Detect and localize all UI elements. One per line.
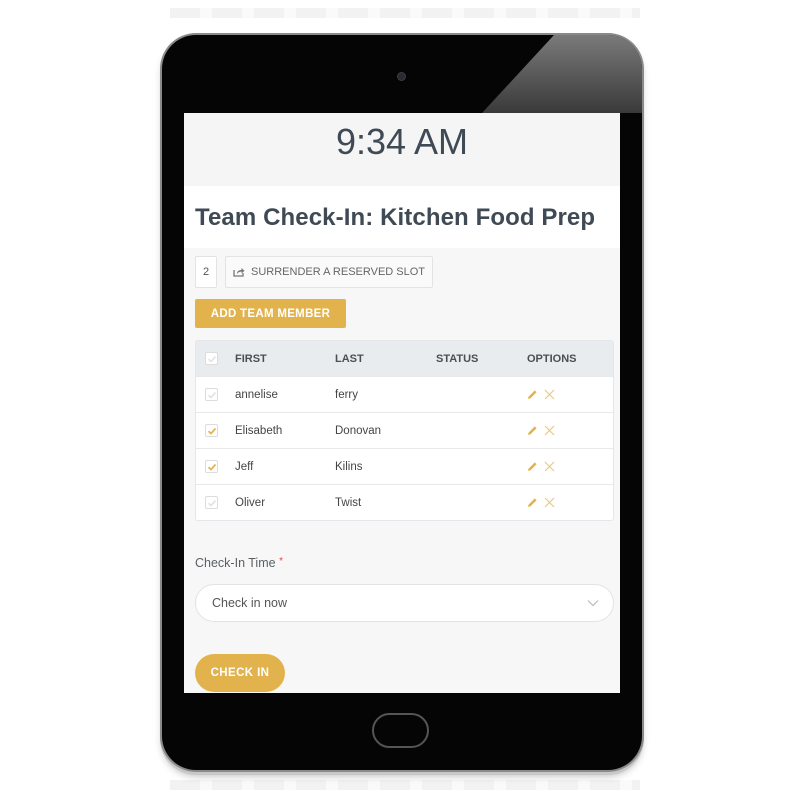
- cell-first-name: Jeff: [234, 448, 334, 484]
- device-reflection-top: [170, 8, 640, 18]
- add-team-member-button[interactable]: ADD TEAM MEMBER: [195, 299, 346, 328]
- chevron-down-icon: [587, 600, 599, 607]
- column-header-last[interactable]: LAST: [334, 341, 435, 376]
- cell-status: [435, 448, 526, 484]
- cell-status: [435, 484, 526, 520]
- table-row: Oliver Twist: [196, 484, 613, 520]
- table-row: annelise ferry: [196, 376, 613, 412]
- row-checkbox[interactable]: [205, 388, 218, 401]
- page-title: Team Check-In: Kitchen Food Prep: [184, 186, 620, 248]
- close-icon[interactable]: [544, 389, 555, 400]
- surrender-slot-button[interactable]: SURRENDER A RESERVED SLOT: [225, 256, 434, 288]
- cell-options: [526, 412, 613, 448]
- row-checkbox[interactable]: [205, 496, 218, 509]
- cell-first-name: Oliver: [234, 484, 334, 520]
- row-select-cell: [196, 412, 234, 448]
- pencil-icon[interactable]: [527, 461, 538, 472]
- check-icon: [207, 463, 216, 471]
- table-row: Jeff Kilins: [196, 448, 613, 484]
- table-header-row: FIRST LAST STATUS OPTIONS: [196, 341, 613, 376]
- column-header-status[interactable]: STATUS: [435, 341, 526, 376]
- cell-last-name: Donovan: [334, 412, 435, 448]
- close-icon[interactable]: [544, 425, 555, 436]
- close-icon[interactable]: [544, 497, 555, 508]
- pencil-icon[interactable]: [527, 389, 538, 400]
- cell-first-name: annelise: [234, 376, 334, 412]
- share-icon: [233, 268, 245, 277]
- cell-status: [435, 412, 526, 448]
- check-in-time-value: Check in now: [212, 596, 288, 610]
- slot-count-field[interactable]: 2: [195, 256, 217, 288]
- check-in-button[interactable]: CHECK IN: [195, 654, 285, 692]
- column-header-options: OPTIONS: [526, 341, 613, 376]
- table-row: Elisabeth Donovan: [196, 412, 613, 448]
- select-all-checkbox[interactable]: [205, 352, 218, 365]
- row-select-cell: [196, 448, 234, 484]
- cell-first-name: Elisabeth: [234, 412, 334, 448]
- app-screen: 9:34 AM Team Check-In: Kitchen Food Prep…: [184, 113, 620, 693]
- check-icon: [207, 499, 216, 507]
- device-reflection-bottom: [170, 780, 640, 790]
- pencil-icon[interactable]: [527, 497, 538, 508]
- pencil-icon[interactable]: [527, 425, 538, 436]
- check-icon: [207, 427, 216, 435]
- home-button[interactable]: [372, 713, 429, 748]
- clock-display: 9:34 AM: [184, 113, 620, 186]
- select-all-cell: [196, 341, 234, 376]
- cell-last-name: ferry: [334, 376, 435, 412]
- slot-controls: 2 SURRENDER A RESERVED SLOT: [195, 256, 610, 288]
- cell-options: [526, 448, 613, 484]
- row-checkbox[interactable]: [205, 424, 218, 437]
- bezel-glare: [482, 35, 642, 113]
- check-in-time-label: Check-In Time *: [195, 556, 610, 570]
- close-icon[interactable]: [544, 461, 555, 472]
- row-select-cell: [196, 376, 234, 412]
- check-in-time-label-text: Check-In Time: [195, 556, 276, 570]
- required-marker: *: [279, 556, 283, 567]
- camera-icon: [398, 73, 405, 80]
- cell-options: [526, 484, 613, 520]
- check-icon: [207, 355, 216, 363]
- cell-last-name: Kilins: [334, 448, 435, 484]
- main-content: 2 SURRENDER A RESERVED SLOT ADD TEAM MEM…: [184, 248, 620, 692]
- surrender-slot-label: SURRENDER A RESERVED SLOT: [251, 266, 426, 278]
- cell-options: [526, 376, 613, 412]
- cell-status: [435, 376, 526, 412]
- row-select-cell: [196, 484, 234, 520]
- row-checkbox[interactable]: [205, 460, 218, 473]
- tablet-device: 9:34 AM Team Check-In: Kitchen Food Prep…: [162, 35, 642, 770]
- team-members-table: FIRST LAST STATUS OPTIONS annelise ferry: [195, 340, 614, 521]
- check-in-time-select[interactable]: Check in now: [195, 584, 614, 622]
- column-header-first[interactable]: FIRST: [234, 341, 334, 376]
- cell-last-name: Twist: [334, 484, 435, 520]
- check-icon: [207, 391, 216, 399]
